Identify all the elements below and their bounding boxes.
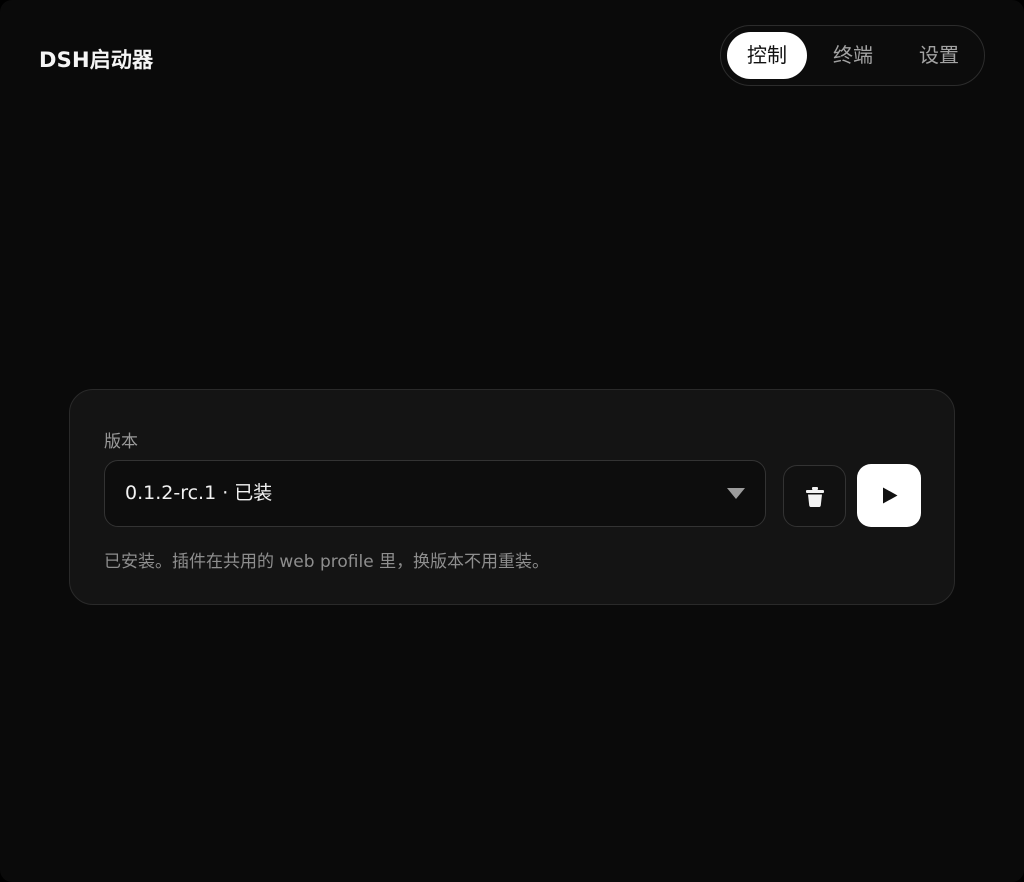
play-icon: [883, 487, 898, 504]
tab-settings[interactable]: 设置: [899, 32, 979, 79]
chevron-down-icon: [727, 488, 745, 499]
install-hint: 已安装。插件在共用的 web profile 里，换版本不用重装。: [104, 552, 550, 572]
version-select[interactable]: 0.1.2-rc.1 · 已装: [104, 460, 766, 527]
tab-terminal[interactable]: 终端: [813, 32, 893, 79]
main-tabs: 控制 终端 设置: [720, 25, 985, 86]
delete-version-button[interactable]: [783, 465, 846, 527]
app-title: DSH启动器: [39, 48, 154, 72]
launch-button[interactable]: [857, 464, 921, 527]
version-card: 版本 0.1.2-rc.1 · 已装 已安装。插件在共用的 web profil…: [69, 389, 955, 605]
trash-icon: [806, 487, 824, 507]
app-window: DSH启动器 控制 终端 设置 版本 0.1.2-rc.1 · 已装 已安装。插…: [0, 0, 1024, 882]
tab-control[interactable]: 控制: [727, 32, 807, 79]
version-label: 版本: [104, 432, 138, 452]
selected-version: 0.1.2-rc.1 · 已装: [125, 482, 273, 504]
